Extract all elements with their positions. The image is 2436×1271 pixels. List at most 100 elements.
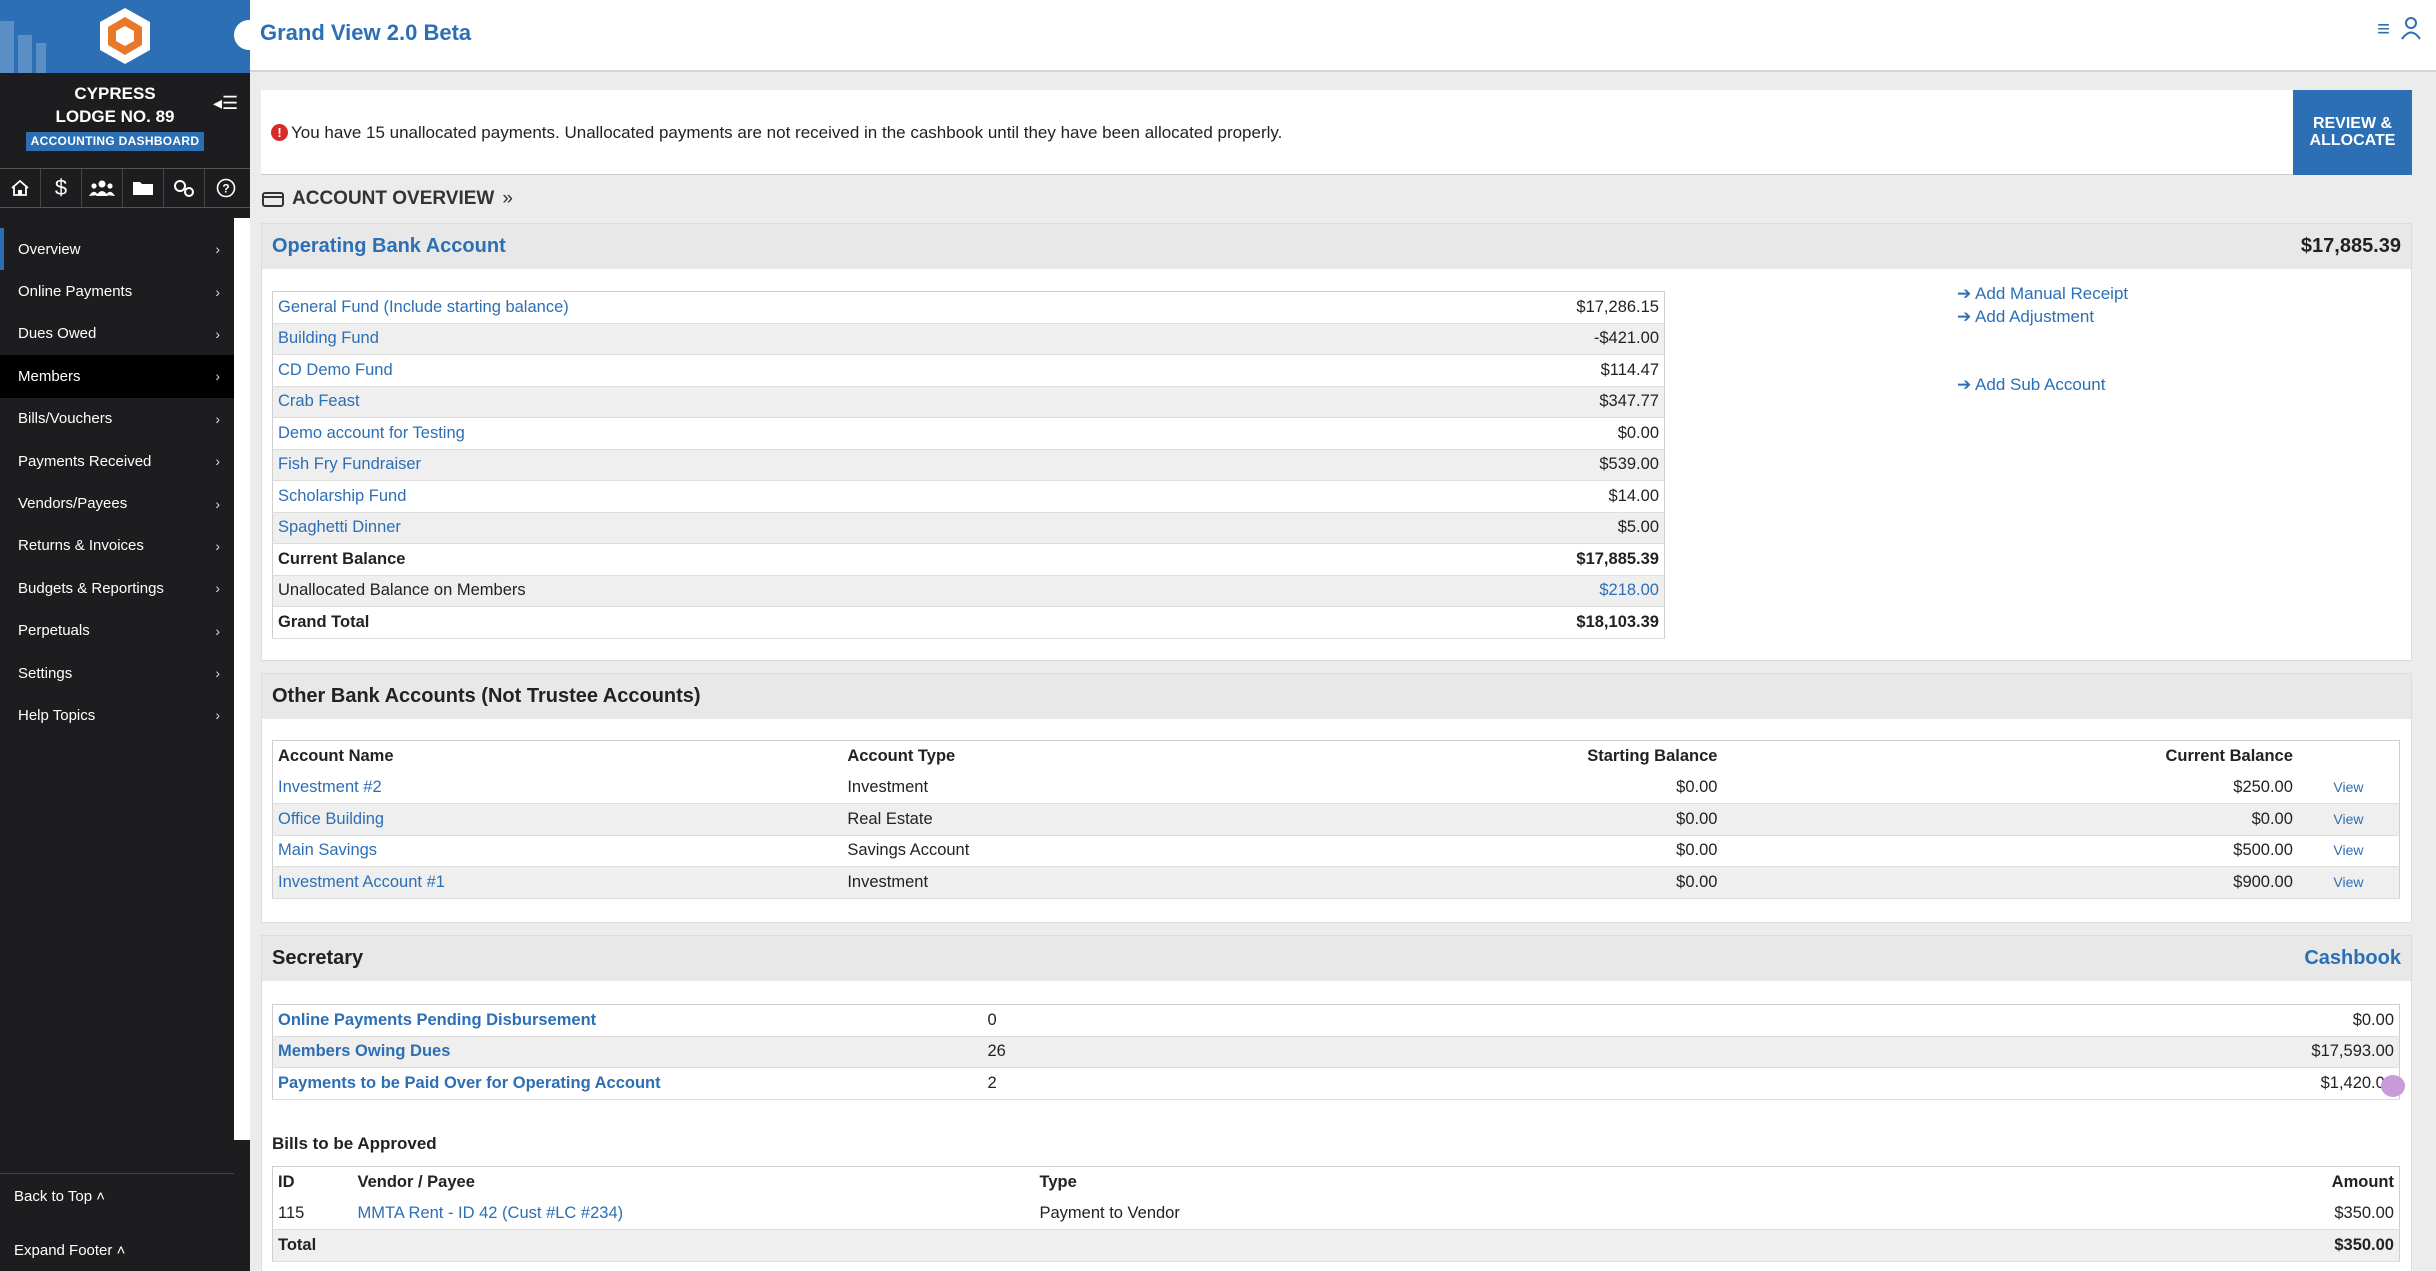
chevron-right-icon: › bbox=[215, 453, 220, 470]
account-link[interactable]: Investment #2 bbox=[278, 778, 382, 796]
add-manual-receipt-link[interactable]: ➔ Add Manual Receipt bbox=[1957, 284, 2128, 304]
summary-link[interactable]: Members Owing Dues bbox=[278, 1042, 450, 1060]
table-row: General Fund (Include starting balance) $… bbox=[272, 291, 1665, 324]
dollar-icon[interactable]: $ bbox=[41, 169, 82, 207]
bills-total-label: Total bbox=[272, 1229, 353, 1262]
table-row: Payments to be Paid Over for Operating A… bbox=[272, 1067, 2400, 1100]
sidebar-item-returns-invoices[interactable]: Returns & Invoices › bbox=[0, 525, 234, 567]
unallocated-row: Unallocated Balance on Members $218.00 bbox=[272, 575, 1665, 607]
view-link[interactable]: View bbox=[2333, 811, 2363, 827]
account-link[interactable]: Investment Account #1 bbox=[278, 873, 445, 891]
summary-link[interactable]: Online Payments Pending Disbursement bbox=[278, 1011, 596, 1029]
account-type: Savings Account bbox=[842, 835, 1407, 867]
starting-balance: $0.00 bbox=[1406, 772, 1723, 804]
account-link[interactable]: Office Building bbox=[278, 810, 384, 828]
sidebar-item-budgets-reportings[interactable]: Budgets & Reportings › bbox=[0, 567, 234, 609]
sidebar-item-vendors-payees[interactable]: Vendors/Payees › bbox=[0, 482, 234, 524]
sidebar-item-label: Payments Received bbox=[18, 452, 152, 470]
account-link[interactable]: Crab Feast bbox=[278, 392, 360, 410]
operating-account-total: $17,885.39 bbox=[2300, 235, 2401, 257]
column-header: Amount bbox=[2331, 1173, 2394, 1191]
expand-footer-label: Expand Footer bbox=[14, 1242, 113, 1259]
back-to-top-link[interactable]: Back to Top ˄ bbox=[14, 1188, 105, 1205]
column-header: Account Name bbox=[278, 747, 394, 765]
members-icon[interactable] bbox=[82, 169, 123, 207]
expand-footer-link[interactable]: Expand Footer ˄ bbox=[14, 1242, 125, 1259]
chevron-right-icon: › bbox=[215, 368, 220, 385]
account-amount: $14.00 bbox=[1335, 480, 1665, 513]
summary-amount: $0.00 bbox=[1282, 1004, 2400, 1037]
sidebar-item-label: Online Payments bbox=[18, 283, 133, 301]
sidebar-toolbar: $ ? bbox=[0, 168, 250, 208]
sidebar-item-settings[interactable]: Settings › bbox=[0, 652, 234, 694]
view-link[interactable]: View bbox=[2333, 779, 2363, 795]
chevron-right-icon: › bbox=[215, 707, 220, 724]
account-link[interactable]: Spaghetti Dinner bbox=[278, 518, 401, 536]
bill-amount: $350.00 bbox=[1634, 1198, 2400, 1230]
home-icon[interactable] bbox=[0, 169, 41, 207]
dashboard-badge: ACCOUNTING DASHBOARD bbox=[26, 132, 204, 151]
table-row: Office Building Real Estate $0.00 $0.00 … bbox=[272, 803, 2400, 836]
view-link[interactable]: View bbox=[2333, 874, 2363, 890]
operating-account-title[interactable]: Operating Bank Account bbox=[272, 235, 506, 258]
double-chevron-right-icon[interactable]: » bbox=[502, 188, 513, 210]
back-to-top-label: Back to Top bbox=[14, 1188, 93, 1205]
sidebar-item-dues-owed[interactable]: Dues Owed › bbox=[0, 313, 234, 355]
sidebar-scrollbar[interactable] bbox=[234, 218, 250, 1140]
help-icon[interactable]: ? bbox=[205, 169, 246, 207]
chevron-right-icon: › bbox=[215, 283, 220, 300]
secretary-title: Secretary bbox=[272, 947, 364, 969]
cashbook-link[interactable]: Cashbook bbox=[2304, 947, 2401, 970]
table-row: Main Savings Savings Account $0.00 $500.… bbox=[272, 835, 2400, 867]
add-sub-account-link[interactable]: ➔ Add Sub Account bbox=[1957, 375, 2128, 395]
table-row: Members Owing Dues 26 $17,593.00 bbox=[272, 1036, 2400, 1068]
account-link[interactable]: CD Demo Fund bbox=[278, 361, 393, 379]
chevron-right-icon: › bbox=[215, 622, 220, 639]
review-allocate-button[interactable]: REVIEW & ALLOCATE bbox=[2293, 90, 2412, 175]
summary-link[interactable]: Payments to be Paid Over for Operating A… bbox=[278, 1074, 661, 1092]
table-row: Investment Account #1 Investment $0.00 $… bbox=[272, 866, 2400, 899]
view-link[interactable]: View bbox=[2333, 842, 2363, 858]
chevron-up-icon: ˄ bbox=[96, 1188, 106, 1205]
vendor-link[interactable]: MMTA Rent - ID 42 (Cust #LC #234) bbox=[358, 1204, 624, 1222]
sidebar-item-members[interactable]: Members › bbox=[0, 355, 234, 398]
sidebar-item-label: Returns & Invoices bbox=[18, 537, 144, 555]
divider bbox=[0, 1173, 234, 1174]
sidebar-item-overview[interactable]: Overview › bbox=[0, 228, 234, 271]
account-link[interactable]: Building Fund bbox=[278, 329, 379, 347]
column-header: ID bbox=[278, 1173, 295, 1191]
other-accounts-panel: Other Bank Accounts (Not Trustee Account… bbox=[261, 673, 2412, 923]
bill-type: Payment to Vendor bbox=[1034, 1198, 1635, 1230]
current-balance: $500.00 bbox=[1722, 835, 2298, 867]
collapse-menu-icon[interactable]: ◂☰ bbox=[213, 92, 243, 114]
sidebar-item-bills-vouchers[interactable]: Bills/Vouchers › bbox=[0, 398, 234, 440]
user-icon[interactable] bbox=[2400, 16, 2422, 40]
menu-icon[interactable]: ≡ bbox=[2377, 16, 2390, 42]
operating-accounts-table: General Fund (Include starting balance) $… bbox=[272, 291, 1665, 639]
account-link[interactable]: Demo account for Testing bbox=[278, 424, 465, 442]
sidebar-item-online-payments[interactable]: Online Payments › bbox=[0, 270, 234, 312]
add-manual-receipt-label: Add Manual Receipt bbox=[1975, 284, 2129, 303]
account-link[interactable]: Scholarship Fund bbox=[278, 487, 406, 505]
other-accounts-table: Account Name Account Type Starting Balan… bbox=[272, 740, 2400, 899]
chevron-up-icon: ˄ bbox=[116, 1242, 126, 1259]
sidebar-item-payments-received[interactable]: Payments Received › bbox=[0, 440, 234, 482]
account-link[interactable]: Main Savings bbox=[278, 841, 377, 859]
sidebar-item-perpetuals[interactable]: Perpetuals › bbox=[0, 610, 234, 652]
chevron-right-icon: › bbox=[215, 325, 220, 342]
account-link[interactable]: Fish Fry Fundraiser bbox=[278, 455, 421, 473]
bills-total-row: Total $350.00 bbox=[272, 1229, 2400, 1262]
table-row: Spaghetti Dinner $5.00 bbox=[272, 512, 1665, 544]
review-allocate-label-line1: REVIEW & bbox=[2312, 115, 2393, 132]
add-adjustment-link[interactable]: ➔ Add Adjustment bbox=[1957, 307, 2128, 327]
table-row: Investment #2 Investment $0.00 $250.00 V… bbox=[272, 772, 2400, 804]
sidebar-item-help-topics[interactable]: Help Topics › bbox=[0, 694, 234, 736]
unallocated-value-link[interactable]: $218.00 bbox=[1599, 581, 1659, 599]
grand-total-row: Grand Total $18,103.39 bbox=[272, 606, 1665, 639]
account-link[interactable]: General Fund (Include starting balance) bbox=[278, 298, 569, 316]
settings-icon[interactable] bbox=[164, 169, 205, 207]
chat-widget-icon[interactable] bbox=[2381, 1075, 2405, 1097]
wallet-icon bbox=[262, 192, 284, 207]
table-row: Demo account for Testing $0.00 bbox=[272, 417, 1665, 450]
folder-icon[interactable] bbox=[123, 169, 164, 207]
